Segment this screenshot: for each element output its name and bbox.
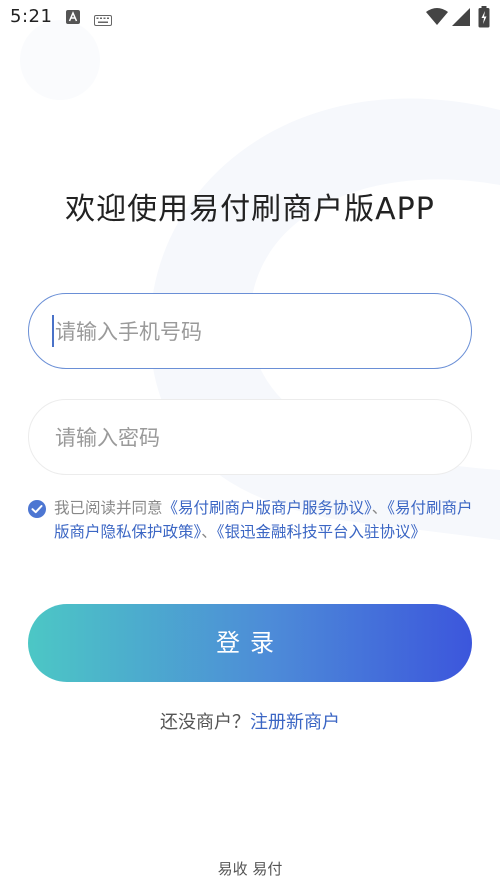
agreement-separator-1: 、 xyxy=(371,499,388,517)
phone-field[interactable] xyxy=(28,293,472,370)
platform-agreement-link[interactable]: 《银迅金融科技平台入驻协议》 xyxy=(217,523,426,541)
checkmark-icon xyxy=(31,505,43,514)
keyboard-icon xyxy=(94,11,112,30)
password-input[interactable] xyxy=(53,400,447,476)
agreement-separator-2: 、 xyxy=(201,523,217,541)
status-bar: 5:21 xyxy=(0,0,500,36)
register-prompt: 还没商户？注册新商户 xyxy=(0,708,500,734)
status-time: 5:21 xyxy=(10,6,53,27)
phone-input[interactable] xyxy=(53,294,447,370)
agreement-text: 我已阅读并同意《易付刷商户版商户服务协议》、《易付刷商户版商户隐私保护政策》、《… xyxy=(54,496,474,544)
register-link[interactable]: 注册新商户 xyxy=(250,712,340,733)
agreement-prefix: 我已阅读并同意 xyxy=(54,499,163,517)
signal-icon xyxy=(452,8,470,30)
wifi-icon xyxy=(426,8,448,30)
service-agreement-link[interactable]: 《易付刷商户版商户服务协议》 xyxy=(163,499,372,517)
login-button[interactable]: 登录 xyxy=(28,604,472,682)
register-question: 还没商户？ xyxy=(160,712,250,733)
footer-slogan: 易收 易付 xyxy=(217,860,283,878)
agree-checkbox[interactable] xyxy=(28,500,46,518)
password-field[interactable] xyxy=(28,399,472,476)
battery-icon xyxy=(478,6,490,32)
font-a-icon xyxy=(66,9,80,28)
page-title: 欢迎使用易付刷商户版APP xyxy=(65,192,435,227)
